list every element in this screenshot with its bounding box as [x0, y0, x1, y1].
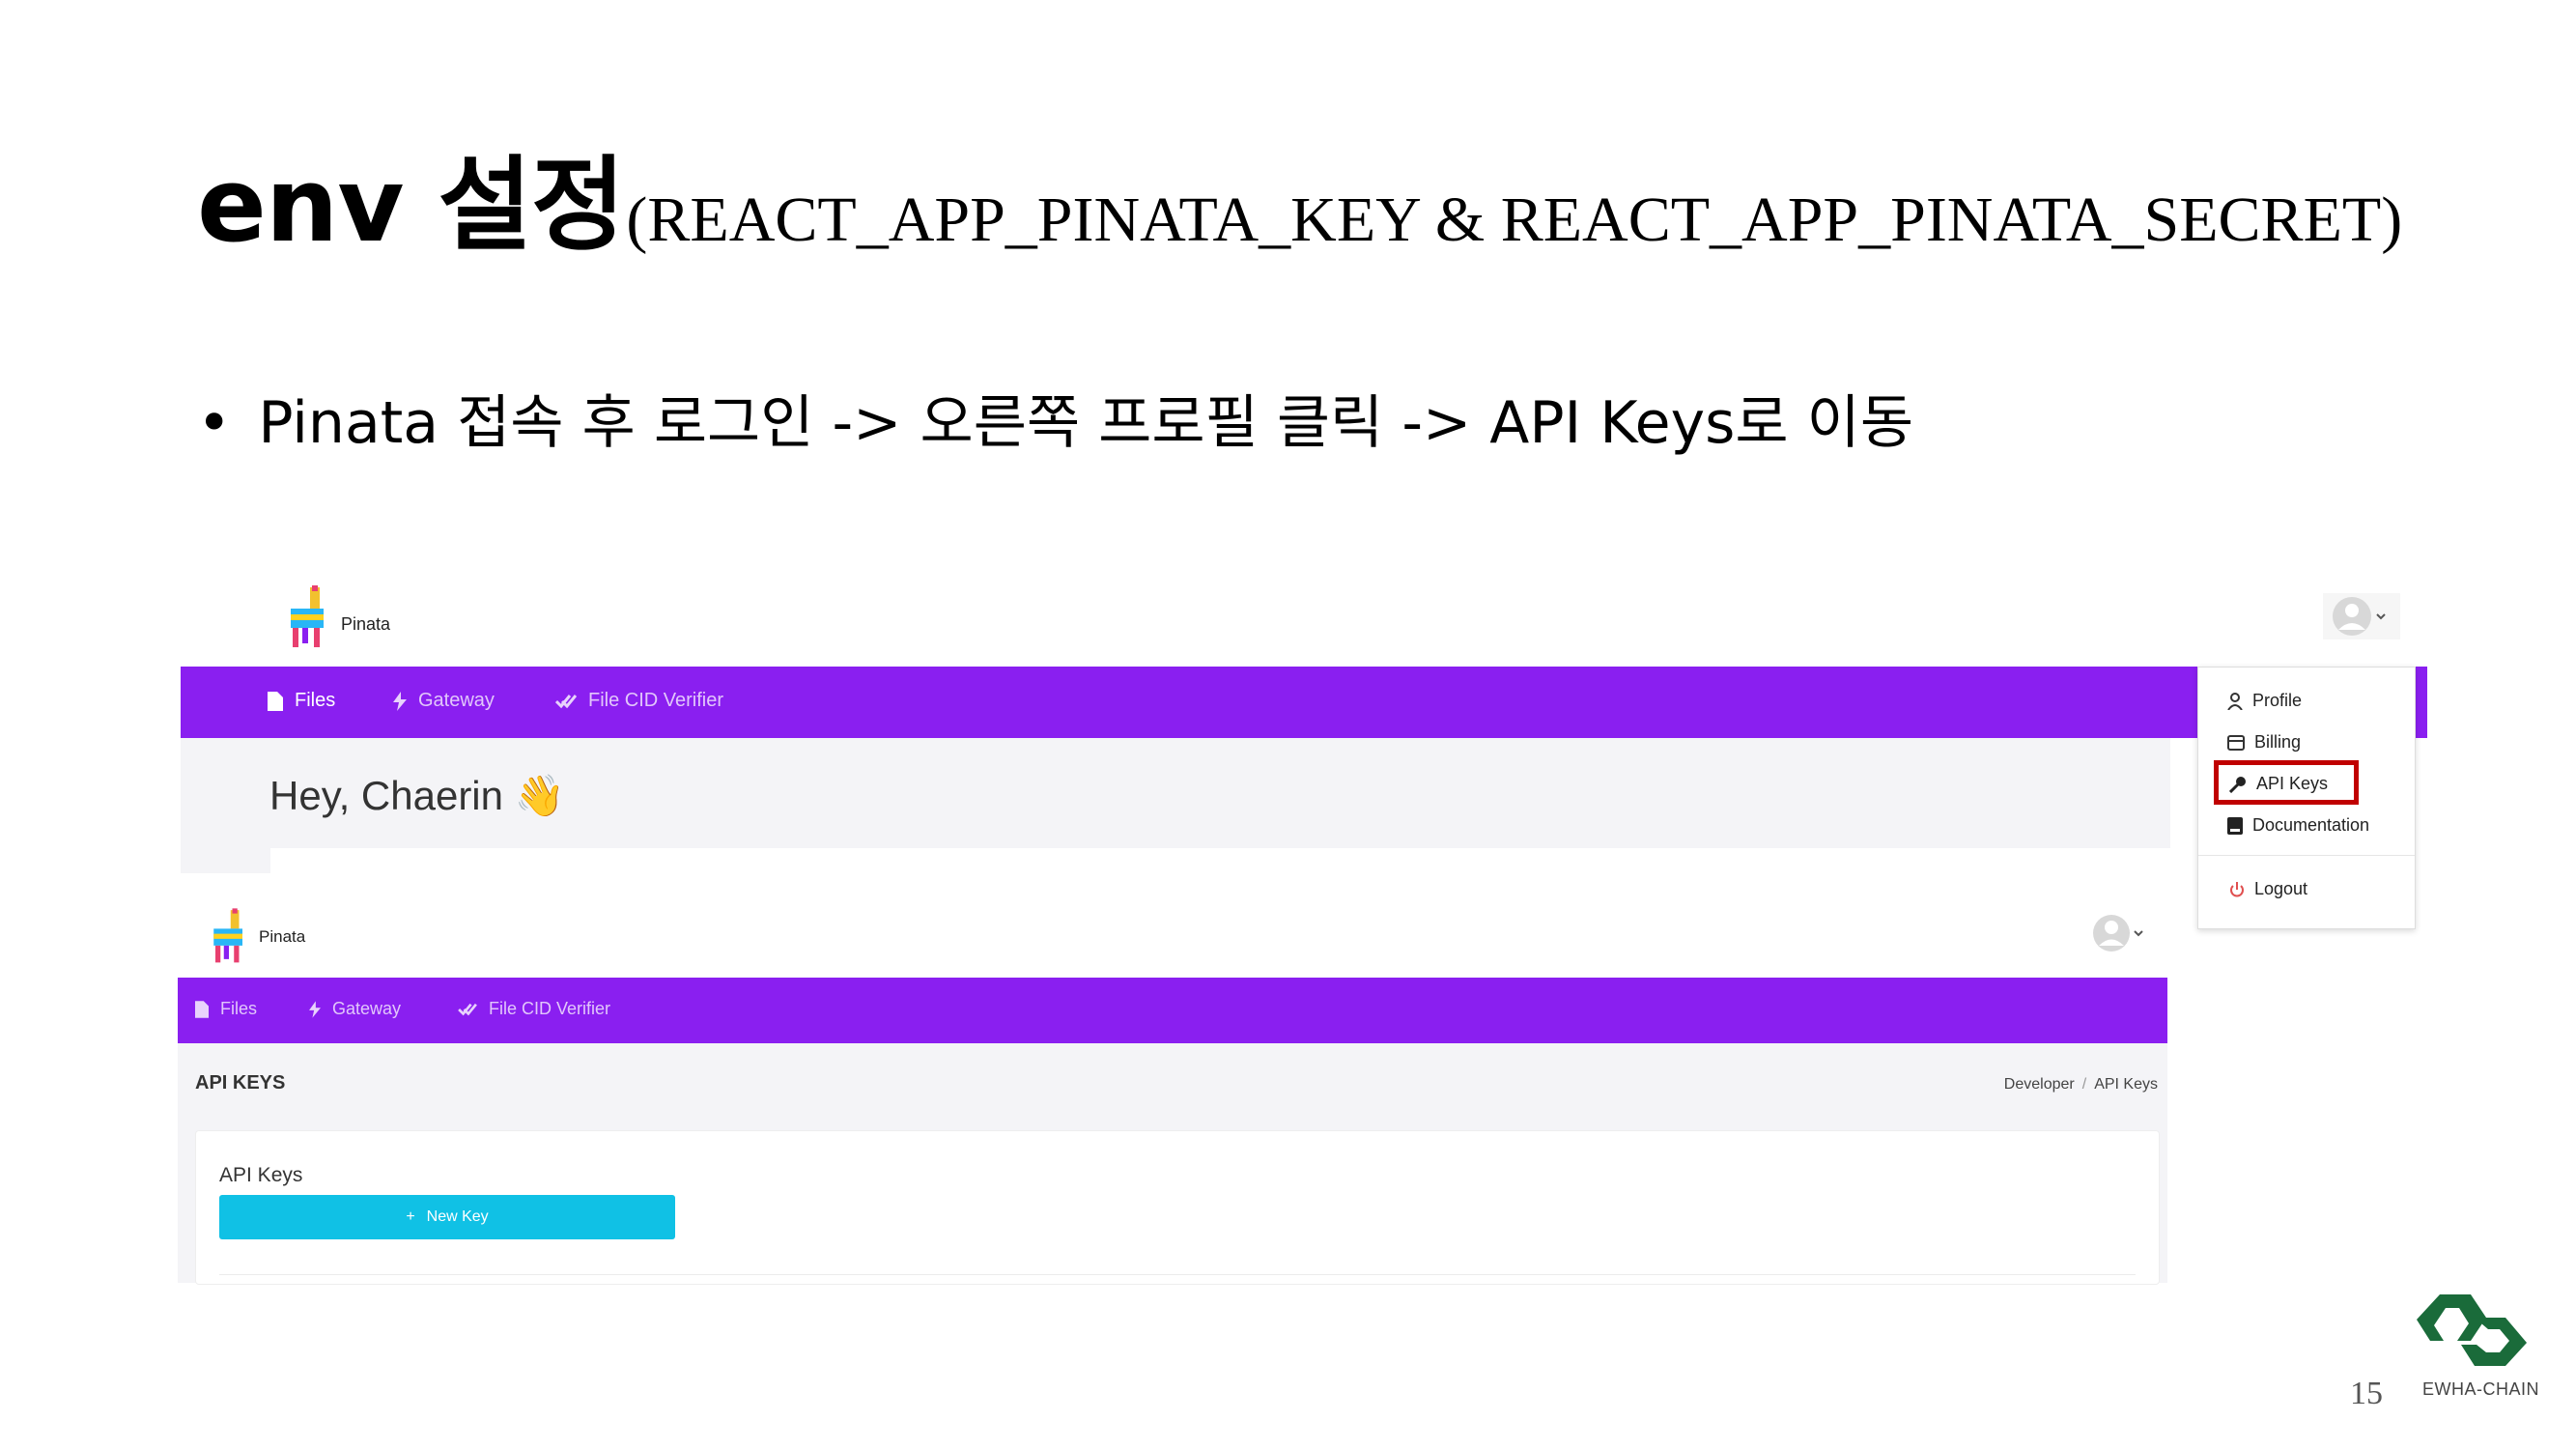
pinata-logo-icon [213, 908, 242, 963]
bolt-icon [309, 1000, 321, 1018]
pinata-logo-icon [291, 585, 324, 647]
dropdown-logout-label: Logout [2254, 879, 2308, 898]
top-nav: Files Gateway File CID Verifier [178, 978, 2167, 1043]
wave-icon: 👋 [514, 773, 565, 818]
brand-footer: EWHA-CHAIN [2422, 1379, 2539, 1399]
nav-gateway-label: Gateway [418, 690, 495, 711]
dropdown-documentation-label: Documentation [2252, 815, 2370, 835]
ewha-chain-logo-icon [2417, 1294, 2527, 1366]
dropdown-billing[interactable]: Billing [2227, 732, 2301, 753]
nav-files[interactable]: Files [268, 690, 335, 712]
brand-name[interactable]: Pinata [259, 927, 305, 947]
dropdown-profile[interactable]: Profile [2227, 691, 2302, 711]
check-double-icon [555, 694, 577, 708]
greeting: Hey, Chaerin 👋 [269, 773, 565, 820]
nav-cid-verifier-label: File CID Verifier [588, 690, 724, 711]
dropdown-billing-label: Billing [2254, 732, 2302, 752]
user-icon [2227, 692, 2243, 710]
avatar-icon[interactable] [2090, 912, 2152, 954]
nav-files-label: Files [220, 999, 258, 1018]
api-keys-card: API Keys + New Key [195, 1130, 2160, 1285]
nav-files-label: Files [295, 690, 336, 711]
nav-cid-verifier[interactable]: File CID Verifier [458, 999, 610, 1019]
check-double-icon [458, 1003, 477, 1015]
plus-icon: + [406, 1208, 415, 1225]
new-key-label: New Key [426, 1208, 489, 1225]
book-icon [2227, 816, 2243, 835]
card-title: API Keys [219, 1164, 303, 1186]
content-card-edge [270, 848, 2170, 873]
power-icon [2230, 881, 2244, 896]
slide-title-sub: (REACT_APP_PINATA_KEY & REACT_APP_PINATA… [626, 185, 2403, 255]
top-nav: Files Gateway File CID Verifier [181, 667, 2427, 738]
new-key-button[interactable]: + New Key [219, 1195, 675, 1239]
brand-name[interactable]: Pinata [341, 614, 390, 635]
slide-title: env 설정(REACT_APP_PINATA_KEY & REACT_APP_… [197, 155, 2402, 257]
greeting-text: Hey, Chaerin [269, 773, 503, 818]
nav-gateway-label: Gateway [332, 999, 402, 1018]
nav-cid-verifier[interactable]: File CID Verifier [555, 690, 723, 712]
dropdown-api-keys[interactable]: API Keys [2229, 774, 2328, 794]
card-divider [219, 1274, 2136, 1275]
file-icon [195, 1000, 209, 1018]
dropdown-logout[interactable]: Logout [2229, 879, 2307, 899]
chevron-down-icon [2134, 930, 2143, 937]
screenshot-dashboard: Pinata Files Gateway File CID Verifier H… [181, 585, 2427, 929]
chevron-down-icon [2376, 613, 2386, 620]
avatar-area[interactable] [2323, 593, 2400, 639]
bullet-symbol: • [197, 389, 232, 457]
avatar-icon[interactable] [2323, 593, 2400, 639]
breadcrumb-separator: / [2081, 1076, 2087, 1093]
dropdown-profile-label: Profile [2252, 691, 2303, 710]
bullet-text: Pinata 접속 후 로그인 -> 오른쪽 프로필 클릭 -> API Key… [258, 389, 1914, 457]
page-title: API KEYS [195, 1072, 286, 1094]
dropdown-divider [2198, 855, 2415, 856]
page-number: 15 [2350, 1376, 2383, 1411]
breadcrumb-api-keys: API Keys [2094, 1076, 2158, 1093]
nav-cid-verifier-label: File CID Verifier [489, 999, 611, 1018]
card-icon [2227, 734, 2245, 751]
file-icon [268, 691, 283, 711]
nav-gateway[interactable]: Gateway [393, 690, 495, 712]
nav-files[interactable]: Files [195, 999, 257, 1019]
bullet-point: • Pinata 접속 후 로그인 -> 오른쪽 프로필 클릭 -> API Ke… [197, 388, 1913, 458]
dropdown-api-keys-label: API Keys [2256, 774, 2329, 793]
profile-dropdown: Profile Billing API Keys Documentation L… [2197, 667, 2416, 929]
nav-gateway[interactable]: Gateway [309, 999, 401, 1019]
dropdown-documentation[interactable]: Documentation [2227, 815, 2369, 836]
breadcrumb-developer[interactable]: Developer [2004, 1076, 2075, 1094]
breadcrumb: Developer / API Keys [2004, 1076, 2158, 1094]
screenshot-api-keys: Pinata Files Gateway File CID Verifier A… [178, 898, 2167, 1285]
bolt-icon [393, 691, 407, 711]
key-icon [2229, 776, 2246, 793]
slide-title-main: env 설정 [197, 146, 625, 265]
